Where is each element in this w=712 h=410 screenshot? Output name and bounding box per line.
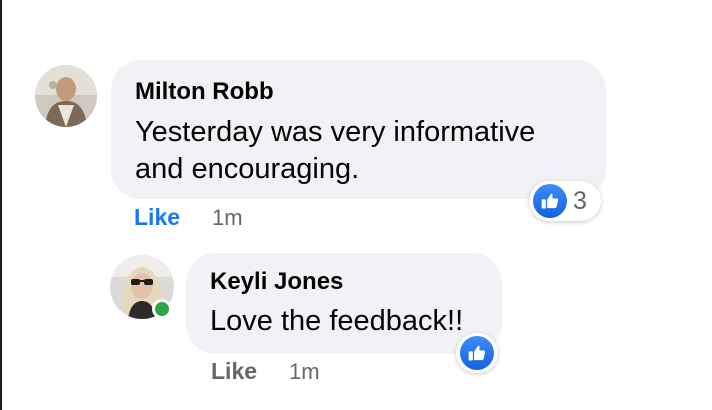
reaction-summary-milton[interactable]: 3 — [529, 181, 601, 221]
thumbs-up-icon — [460, 336, 494, 370]
like-button[interactable]: Like — [134, 204, 180, 231]
online-status-indicator — [152, 299, 172, 319]
comment-actions-milton: Like 1m — [134, 204, 243, 231]
comment-author[interactable]: Milton Robb — [135, 78, 582, 106]
left-divider — [0, 0, 2, 410]
comment-timestamp[interactable]: 1m — [289, 359, 320, 385]
like-button[interactable]: Like — [211, 358, 257, 385]
thumbs-up-icon — [533, 184, 567, 218]
comment-text: Love the feedback!! — [210, 305, 464, 337]
comment-actions-keyli: Like 1m — [211, 358, 320, 385]
reaction-count: 3 — [573, 186, 587, 215]
avatar-milton-robb[interactable] — [35, 65, 97, 127]
comment-timestamp[interactable]: 1m — [212, 205, 243, 231]
comment-text: Yesterday was very informative and encou… — [135, 116, 536, 185]
comment-author[interactable]: Keyli Jones — [210, 268, 478, 296]
reaction-summary-keyli[interactable] — [456, 333, 498, 373]
comment-bubble-keyli: Keyli Jones Love the feedback!! — [186, 253, 502, 354]
comment-bubble-milton: Milton Robb Yesterday was very informati… — [111, 60, 606, 199]
